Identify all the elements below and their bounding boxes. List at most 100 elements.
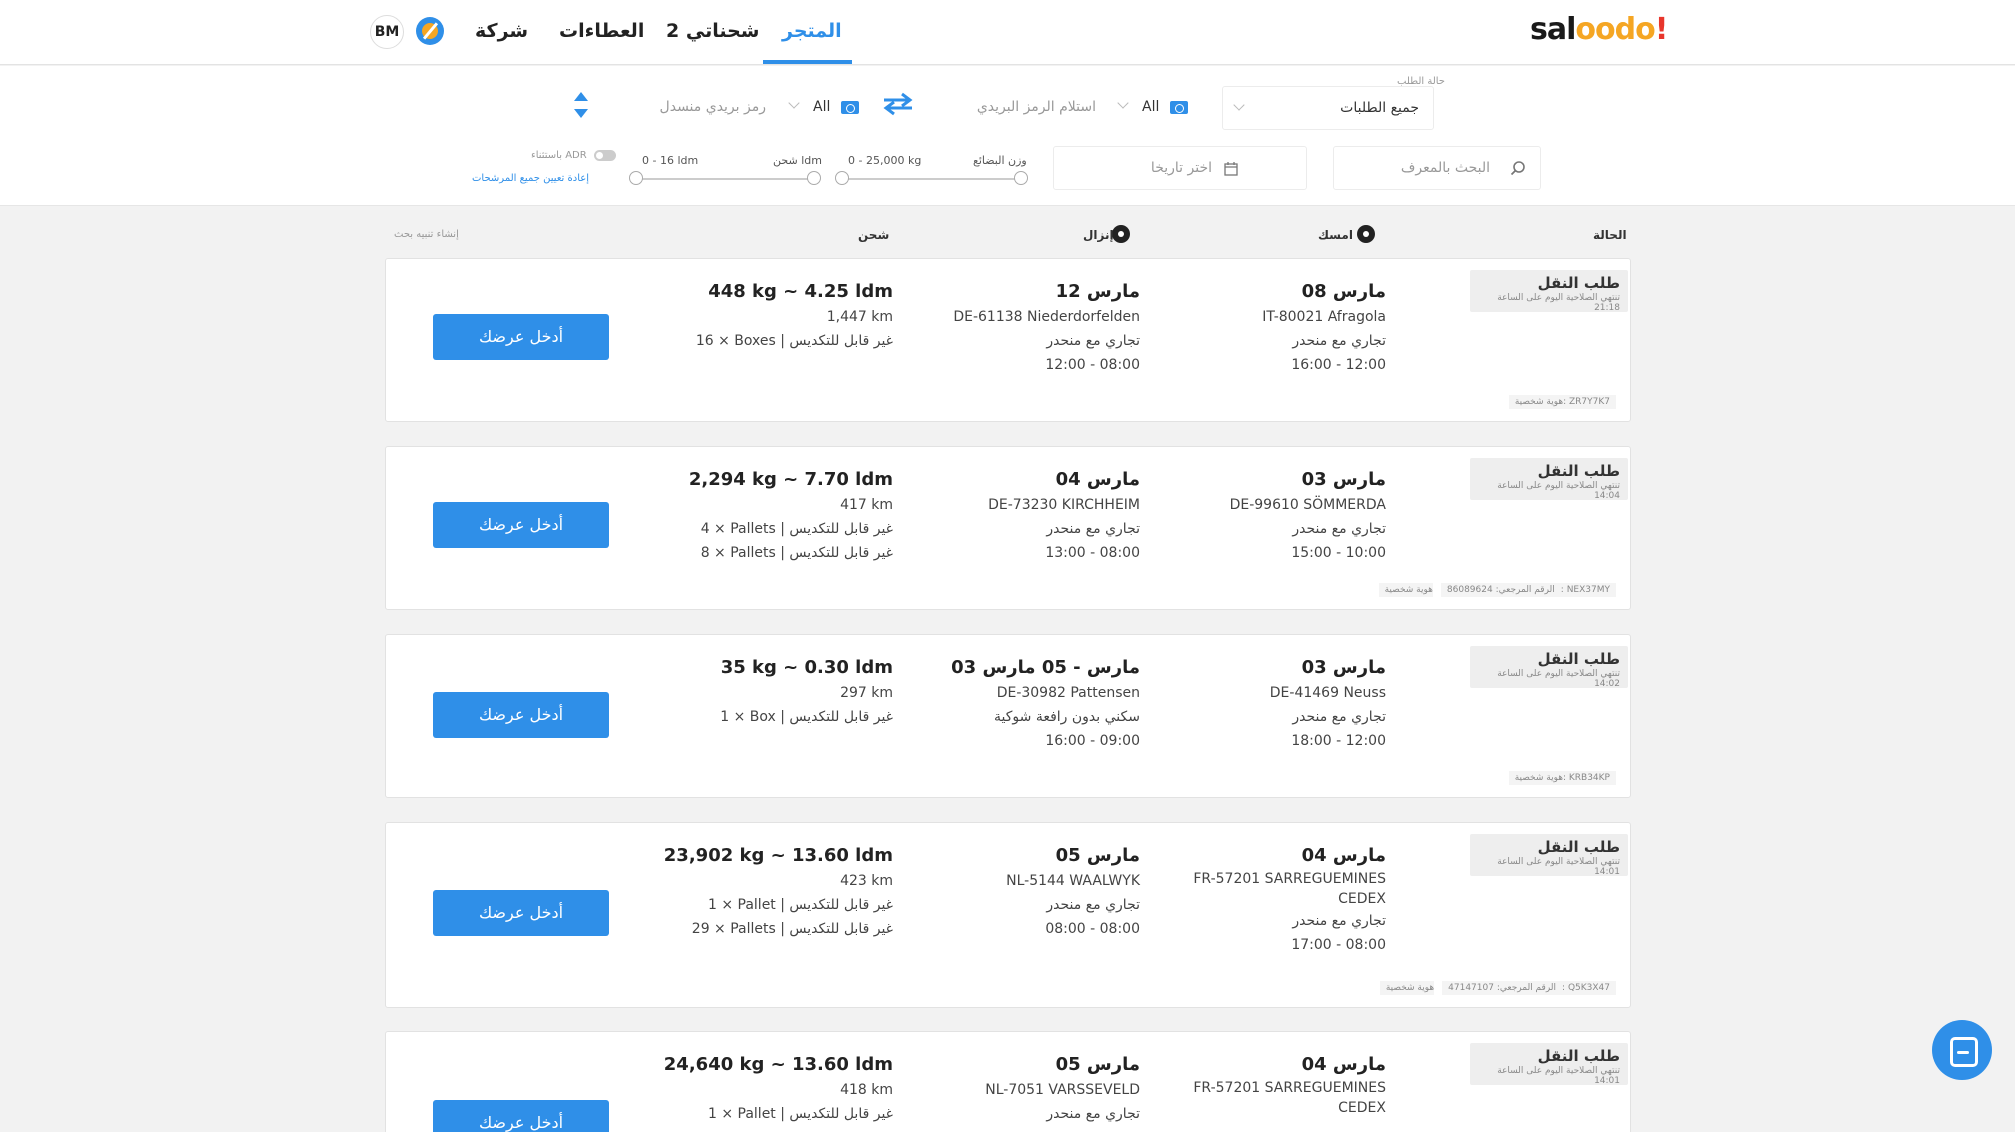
freight-distance: 1,447 km bbox=[826, 309, 893, 325]
swap-arrows-icon[interactable] bbox=[882, 92, 914, 116]
reference-number: الرقم المرجعي: 47147107 bbox=[1442, 981, 1563, 995]
status-filter-value: جميع الطلبات bbox=[1340, 100, 1419, 116]
active-tab-indicator bbox=[763, 60, 852, 64]
enter-offer-button[interactable]: أدخل عرضك bbox=[433, 314, 609, 360]
pickup-location-type: تجاري مع منحدر bbox=[1292, 521, 1386, 537]
status-badge: طلب النقل تنتهي الصلاحية اليوم على الساع… bbox=[1470, 834, 1628, 877]
create-search-alert-link[interactable]: إنشاء تنبيه بحث bbox=[394, 229, 459, 240]
pickup-date: 03 مارس bbox=[1301, 657, 1386, 678]
weight-slider-min-handle[interactable] bbox=[835, 171, 849, 185]
search-by-id-input[interactable]: البحث بالمعرف bbox=[1333, 146, 1541, 190]
user-avatar[interactable]: BM bbox=[370, 15, 404, 49]
compass-icon[interactable] bbox=[416, 17, 444, 45]
chat-support-icon[interactable] bbox=[1932, 1020, 1992, 1080]
eu-flag-icon bbox=[1170, 101, 1188, 114]
freight-item: 29 × Pallets | غير قابل للتكديس bbox=[691, 921, 893, 937]
delivery-time-window: 13:00 - 08:00 bbox=[1045, 545, 1140, 561]
delivery-column: 03 مارس - 05 مارس DE-30982 Pattensen سكن… bbox=[900, 655, 1140, 753]
weight-slider-max-handle[interactable] bbox=[1014, 171, 1028, 185]
date-picker-input[interactable]: اختر تاريخا bbox=[1053, 146, 1307, 190]
delivery-location-type: تجاري مع منحدر bbox=[1046, 1106, 1140, 1122]
status-badge-title: طلب النقل bbox=[1537, 650, 1620, 668]
pickup-address: IT-80021 Afragola bbox=[1262, 309, 1386, 325]
freight-column: 35 kg ~ 0.30 ldm 297 km 1 × Box | غير قا… bbox=[613, 655, 893, 729]
shipment-ids: هوية شخصية: ZR7Y7K7 bbox=[1501, 395, 1616, 409]
pickup-address: FR-57201 SARREGUEMINES bbox=[1193, 1080, 1386, 1096]
delivery-country-select[interactable]: All bbox=[786, 86, 866, 130]
shipment-card[interactable]: طلب النقل تنتهي الصلاحية اليوم على الساع… bbox=[385, 446, 1631, 610]
freight-column: 448 kg ~ 4.25 ldm 1,447 km 16 × Boxes | … bbox=[613, 279, 893, 353]
date-placeholder: اختر تاريخا bbox=[1150, 160, 1212, 176]
enter-offer-button[interactable]: أدخل عرضك bbox=[433, 1100, 609, 1132]
weight-filter-label: وزن البضائع bbox=[973, 154, 1027, 167]
freight-summary: 24,640 kg ~ 13.60 ldm bbox=[663, 1054, 893, 1075]
shipment-card[interactable]: طلب النقل تنتهي الصلاحية اليوم على الساع… bbox=[385, 258, 1631, 422]
enter-offer-button[interactable]: أدخل عرضك bbox=[433, 890, 609, 936]
shipment-id: هوية شخصية: ZR7Y7K7 bbox=[1508, 395, 1616, 409]
pickup-date: 04 مارس bbox=[1301, 845, 1386, 866]
pickup-time-window: 16:00 - 12:00 bbox=[1291, 357, 1386, 373]
delivery-location-type: سكني بدون رافعة شوكية bbox=[994, 709, 1140, 725]
saloodo-logo[interactable]: saloodo! bbox=[1530, 12, 1668, 47]
status-badge: طلب النقل تنتهي الصلاحية اليوم على الساع… bbox=[1470, 270, 1628, 313]
shipment-card[interactable]: طلب النقل تنتهي الصلاحية اليوم على الساع… bbox=[385, 1031, 1631, 1132]
ldm-range-value: 0 - 16 ldm bbox=[642, 154, 699, 167]
pickup-date: 03 مارس bbox=[1301, 469, 1386, 490]
status-badge-expiry: تنتهي الصلاحية اليوم على الساعة 14:04 bbox=[1497, 481, 1620, 501]
ldm-slider-track bbox=[637, 178, 815, 180]
delivery-date: 03 مارس - 05 مارس bbox=[951, 657, 1140, 678]
delivery-location-type: تجاري مع منحدر bbox=[1046, 897, 1140, 913]
nav-tab-my-shipments[interactable]: 2 شحناتي bbox=[666, 20, 759, 42]
eu-flag-icon bbox=[841, 101, 859, 114]
delivery-location-type: تجاري مع منحدر bbox=[1046, 333, 1140, 349]
nav-tab-company[interactable]: شركة bbox=[475, 20, 528, 42]
delivery-column: 12 مارس DE-61138 Niederdorfelden تجاري م… bbox=[900, 279, 1140, 377]
delivery-address: NL-5144 WAALWYK bbox=[1006, 873, 1140, 889]
column-header-freight: شحن bbox=[858, 228, 890, 242]
pickup-date: 08 مارس bbox=[1301, 281, 1386, 302]
ldm-slider-min-handle[interactable] bbox=[629, 171, 643, 185]
freight-distance: 297 km bbox=[840, 685, 893, 701]
ldm-slider-max-handle[interactable] bbox=[807, 171, 821, 185]
pickup-column: 03 مارس DE-99610 SÖMMERDA تجاري مع منحدر… bbox=[1146, 467, 1386, 565]
pickup-postcode-input[interactable]: استلام الرمز البريدي bbox=[930, 86, 1112, 130]
status-badge-title: طلب النقل bbox=[1537, 462, 1620, 480]
weight-slider-track bbox=[842, 178, 1022, 180]
delivery-column: 05 مارس NL-5144 WAALWYK تجاري مع منحدر 0… bbox=[900, 843, 1140, 941]
nav-tab-bids[interactable]: العطاءات bbox=[559, 20, 644, 42]
reset-filters-link[interactable]: إعادة تعيين جميع المرشحات bbox=[472, 173, 589, 184]
status-badge-title: طلب النقل bbox=[1537, 274, 1620, 292]
shipment-card[interactable]: طلب النقل تنتهي الصلاحية اليوم على الساع… bbox=[385, 822, 1631, 1008]
adr-exclude-toggle[interactable] bbox=[594, 150, 616, 161]
delivery-postcode-input[interactable]: رمز بريدي منسدل bbox=[600, 86, 782, 130]
pickup-pin-icon bbox=[1357, 225, 1375, 243]
pickup-address: DE-99610 SÖMMERDA bbox=[1229, 497, 1386, 513]
freight-summary: 2,294 kg ~ 7.70 ldm bbox=[688, 469, 893, 490]
column-header-pickup: امسك bbox=[1318, 228, 1353, 242]
shipment-card[interactable]: طلب النقل تنتهي الصلاحية اليوم على الساع… bbox=[385, 634, 1631, 798]
sort-arrows-icon[interactable] bbox=[572, 90, 590, 120]
status-filter-select[interactable]: جميع الطلبات bbox=[1222, 86, 1434, 130]
shipment-ids: هوية شخصية: KRB34KP bbox=[1501, 771, 1616, 785]
pickup-postcode-placeholder: استلام الرمز البريدي bbox=[976, 99, 1096, 115]
status-badge-expiry: تنتهي الصلاحية اليوم على الساعة 14:02 bbox=[1497, 669, 1620, 689]
enter-offer-button[interactable]: أدخل عرضك bbox=[433, 692, 609, 738]
weight-range-value: 0 - 25,000 kg bbox=[848, 154, 922, 167]
nav-tab-marketplace[interactable]: المتجر bbox=[782, 20, 842, 42]
shipment-id: هوية شخصية: KRB34KP bbox=[1508, 771, 1616, 785]
status-badge: طلب النقل تنتهي الصلاحية اليوم على الساع… bbox=[1470, 458, 1628, 501]
pickup-country-select[interactable]: All bbox=[1115, 86, 1195, 130]
status-badge-title: طلب النقل bbox=[1537, 1047, 1620, 1065]
pickup-country-value: All bbox=[1142, 99, 1160, 115]
status-badge-expiry: تنتهي الصلاحية اليوم على الساعة 21:18 bbox=[1497, 293, 1620, 313]
pickup-column: 08 مارس IT-80021 Afragola تجاري مع منحدر… bbox=[1146, 279, 1386, 377]
delivery-address: NL-7051 VARSSEVELD bbox=[985, 1082, 1140, 1098]
chevron-down-icon bbox=[1117, 97, 1129, 109]
delivery-column: 04 مارس DE-73230 KIRCHHEIM تجاري مع منحد… bbox=[900, 467, 1140, 565]
delivery-address: DE-73230 KIRCHHEIM bbox=[988, 497, 1140, 513]
enter-offer-button[interactable]: أدخل عرضك bbox=[433, 502, 609, 548]
freight-column: 24,640 kg ~ 13.60 ldm 418 km 1 × Pallet … bbox=[613, 1052, 893, 1126]
pickup-address-line2: CEDEX bbox=[1338, 891, 1386, 907]
freight-item: 8 × Pallets | غير قابل للتكديس bbox=[700, 545, 893, 561]
delivery-date: 05 مارس bbox=[1055, 845, 1140, 866]
